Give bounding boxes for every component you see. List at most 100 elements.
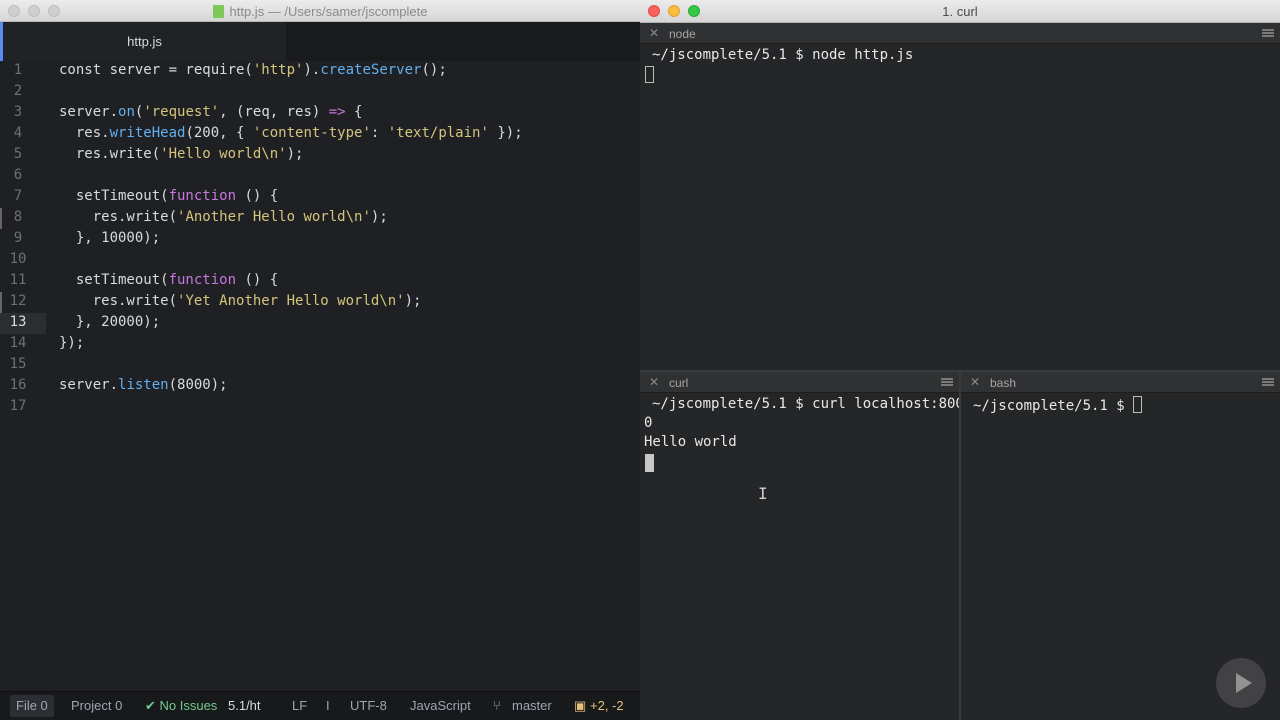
code-line[interactable]: }); (46, 334, 640, 355)
code-token: res.write( (59, 293, 178, 309)
code-line[interactable] (46, 355, 640, 376)
line-number[interactable]: 7 (0, 187, 46, 208)
close-pane-icon[interactable]: ✕ (970, 375, 980, 389)
terminal-titlebar: 1. curl (640, 0, 1280, 23)
terminal-window: 1. curl ✕ node ~/jscomplete/5.1 $ node h… (640, 0, 1280, 720)
pane-header-curl[interactable]: ✕ curl (640, 372, 959, 393)
code-area[interactable]: const server = require('http').createSer… (46, 61, 640, 691)
code-line[interactable] (46, 166, 640, 187)
cursor-block (645, 66, 654, 83)
line-number-text: 9 (13, 230, 23, 246)
status-file-path[interactable]: 5.1/ht (228, 698, 261, 713)
code-token: => (328, 104, 346, 120)
status-git-branch[interactable]: master (512, 698, 552, 713)
line-number[interactable]: 14 (0, 334, 46, 355)
line-number-text: 4 (13, 125, 23, 141)
code-line[interactable]: server.listen(8000); (46, 376, 640, 397)
line-number[interactable]: 6 (0, 166, 46, 187)
pane-curl[interactable]: ~/jscomplete/5.1 $ curl localhost:800 0 … (640, 393, 964, 720)
close-pane-icon[interactable]: ✕ (649, 26, 659, 40)
editor-window-title: http.js — /Users/samer/jscomplete (0, 4, 640, 19)
line-number[interactable]: 12 (0, 292, 46, 313)
line-number[interactable]: 9 (0, 229, 46, 250)
code-token: }); (488, 125, 523, 141)
line-number[interactable]: 17 (0, 397, 46, 418)
code-line[interactable]: res.writeHead(200, { 'content-type': 'te… (46, 124, 640, 145)
pane-menu-icon[interactable] (941, 378, 953, 386)
line-number[interactable]: 13 (0, 313, 46, 334)
code-line[interactable]: }, 10000); (46, 229, 640, 250)
line-number[interactable]: 16 (0, 376, 46, 397)
code-line[interactable]: res.write('Another Hello world\n'); (46, 208, 640, 229)
play-icon[interactable] (1216, 658, 1266, 708)
status-project-count[interactable]: Project 0 (71, 698, 122, 713)
code-token: const server = require( (59, 62, 253, 78)
tab-label: http.js (127, 34, 162, 49)
code-token: }, 10000); (59, 230, 161, 246)
status-grammar[interactable]: JavaScript (410, 698, 471, 713)
code-line[interactable] (46, 250, 640, 271)
status-line-ending[interactable]: LF (292, 698, 307, 713)
line-number[interactable]: 15 (0, 355, 46, 376)
pane-header-node[interactable]: ✕ node (640, 23, 1280, 44)
pane-header-bash[interactable]: ✕ bash (961, 372, 1280, 393)
code-token: ); (370, 209, 388, 225)
status-encoding[interactable]: UTF-8 (350, 698, 387, 713)
code-token: server. (59, 104, 119, 120)
code-line[interactable]: server.on('request', (req, res) => { (46, 103, 640, 124)
code-token: : (370, 125, 388, 141)
line-number[interactable]: 1 (0, 61, 46, 82)
tab-http-js[interactable]: http.js (0, 22, 286, 61)
code-line-text: res.write('Hello world\n'); (59, 146, 304, 162)
code-line[interactable]: const server = require('http').createSer… (46, 61, 640, 82)
code-line[interactable]: setTimeout(function () { (46, 271, 640, 292)
code-line-text: server.on('request', (req, res) => { (59, 104, 362, 120)
code-line[interactable] (46, 82, 640, 103)
editor-status-bar: File 0 Project 0 ✔ No Issues 5.1/ht LF I… (0, 691, 640, 720)
line-number[interactable]: 3 (0, 103, 46, 124)
terminal-line: 0 (644, 415, 653, 431)
line-number-text: 11 (9, 272, 27, 288)
close-pane-icon[interactable]: ✕ (649, 375, 659, 389)
code-line[interactable]: }, 20000); (46, 313, 640, 334)
editor-title-text: http.js — /Users/samer/jscomplete (229, 4, 428, 19)
pane-menu-icon[interactable] (1262, 29, 1274, 37)
status-linter-issues[interactable]: ✔ No Issues (145, 698, 217, 714)
pane-label-node: node (669, 27, 696, 41)
code-token: , (req, res) (219, 104, 329, 120)
terminal-line: Hello world (644, 434, 737, 450)
status-cursor-position[interactable]: I (326, 698, 330, 713)
pane-menu-icon[interactable] (1262, 378, 1274, 386)
status-git-diff[interactable]: +2, -2 (590, 698, 624, 713)
line-number-text: 17 (9, 398, 27, 414)
line-number[interactable]: 11 (0, 271, 46, 292)
line-number[interactable]: 8 (0, 208, 46, 229)
line-number-text: 6 (13, 167, 23, 183)
code-line[interactable] (46, 397, 640, 418)
line-number[interactable]: 4 (0, 124, 46, 145)
git-diff-icon: ▣ (574, 698, 587, 713)
line-number-text: 8 (13, 209, 23, 225)
code-line-text: server.listen(8000); (59, 377, 228, 393)
code-line-text: }, 20000); (59, 314, 160, 330)
code-line[interactable]: res.write('Hello world\n'); (46, 145, 640, 166)
line-number-text: 13 (9, 314, 27, 330)
code-token: (200, { (185, 125, 253, 141)
line-number[interactable]: 10 (0, 250, 46, 271)
code-line[interactable]: res.write('Yet Another Hello world\n'); (46, 292, 640, 313)
line-number-text: 1 (13, 62, 23, 78)
code-token: }, 20000); (59, 314, 161, 330)
code-token: 'request' (143, 104, 220, 120)
status-file-count[interactable]: File 0 (10, 695, 54, 717)
terminal-line: ~/jscomplete/5.1 $ curl localhost:800 (652, 396, 964, 412)
code-token: setTimeout( (59, 272, 169, 288)
pane-node[interactable]: ~/jscomplete/5.1 $ node http.js (640, 44, 1280, 370)
line-number[interactable]: 2 (0, 82, 46, 103)
line-number[interactable]: 5 (0, 145, 46, 166)
code-line[interactable]: setTimeout(function () { (46, 187, 640, 208)
editor-titlebar: http.js — /Users/samer/jscomplete (0, 0, 640, 22)
cursor-block (645, 454, 654, 472)
line-number-text: 2 (13, 83, 23, 99)
line-number-text: 12 (9, 293, 27, 309)
code-token: res.write( (59, 146, 161, 162)
